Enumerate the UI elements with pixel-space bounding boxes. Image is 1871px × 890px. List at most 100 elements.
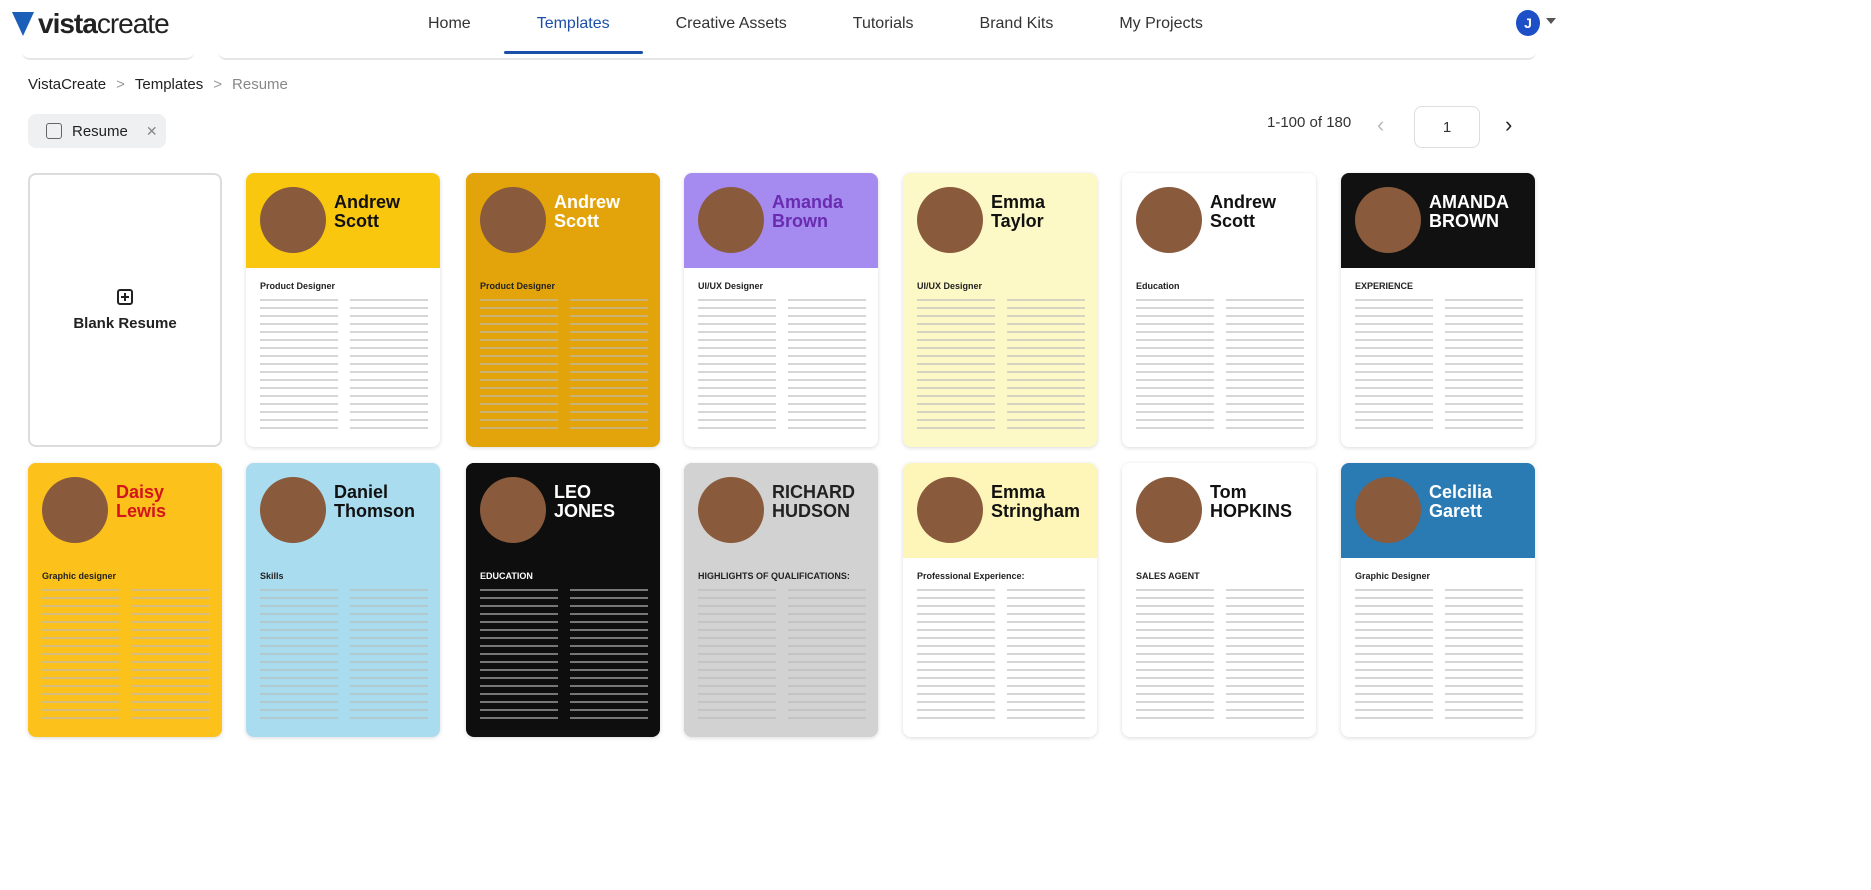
template-text-lines [788, 589, 866, 719]
template-text-lines [570, 299, 648, 429]
vistacreate-logo[interactable]: vistacreate [12, 8, 170, 40]
template-text-lines [1445, 589, 1523, 719]
portrait-photo [260, 477, 326, 543]
template-name: Celcilia Garett [1429, 482, 1493, 521]
search-scope-bar[interactable] [22, 40, 194, 60]
plus-square-icon [117, 288, 133, 305]
template-subtitle: UI/UX Designer [917, 281, 983, 291]
blank-resume-card[interactable]: Blank Resume [28, 173, 222, 447]
portrait-photo [1355, 477, 1421, 543]
template-subtitle: Professional Experience: [917, 571, 1025, 581]
template-text-lines [1226, 589, 1304, 719]
template-name: Andrew Scott [334, 192, 401, 231]
portrait-photo [917, 187, 983, 253]
template-text-lines [1355, 299, 1433, 429]
template-subtitle: Graphic designer [42, 571, 117, 581]
logo-mark-icon [12, 12, 34, 36]
template-subtitle: Skills [260, 571, 284, 581]
template-card[interactable]: Andrew Scott Product Designer [246, 173, 440, 447]
template-text-lines [260, 299, 338, 429]
prev-page-button[interactable]: ‹ [1377, 112, 1384, 138]
template-name: Andrew Scott [1210, 192, 1277, 231]
page-input[interactable]: 1 [1414, 106, 1480, 148]
breadcrumb-vistacreate[interactable]: VistaCreate [28, 76, 106, 93]
breadcrumb-templates[interactable]: Templates [135, 76, 203, 93]
template-text-lines [1445, 299, 1523, 429]
template-text-lines [350, 589, 428, 719]
breadcrumb-resume: Resume [232, 76, 288, 93]
portrait-photo [1136, 477, 1202, 543]
template-name: Andrew Scott [554, 192, 621, 231]
template-card[interactable]: Amanda Brown UI/UX Designer [684, 173, 878, 447]
search-bar[interactable] [218, 40, 1536, 60]
breadcrumb: VistaCreate > Templates > Resume [28, 76, 288, 93]
template-subtitle: Product Designer [480, 281, 556, 291]
logo-text-light: create [96, 8, 170, 39]
template-text-lines [698, 299, 776, 429]
filter-chip-label: Resume [72, 122, 128, 140]
template-text-lines [788, 299, 866, 429]
template-text-lines [917, 299, 995, 429]
template-text-lines [570, 589, 648, 719]
template-text-lines [260, 589, 338, 719]
template-text-lines [1226, 299, 1304, 429]
template-name: Daisy Lewis [116, 482, 167, 521]
template-subtitle: Graphic Designer [1355, 571, 1431, 581]
template-card[interactable]: Emma Taylor UI/UX Designer [903, 173, 1097, 447]
template-card[interactable]: Celcilia Garett Graphic Designer [1341, 463, 1535, 737]
template-text-lines [350, 299, 428, 429]
portrait-photo [260, 187, 326, 253]
portrait-photo [1355, 187, 1421, 253]
portrait-photo [42, 477, 108, 543]
template-subtitle: Product Designer [260, 281, 336, 291]
template-name: Daniel Thomson [334, 482, 415, 521]
close-icon[interactable]: ✕ [146, 123, 158, 140]
template-text-lines [480, 299, 558, 429]
user-avatar[interactable]: J [1516, 10, 1540, 36]
template-card[interactable]: AMANDA BROWN EXPERIENCE [1341, 173, 1535, 447]
template-text-lines [1136, 299, 1214, 429]
template-name: LEO JONES [554, 482, 616, 521]
template-card[interactable]: Andrew Scott Education [1122, 173, 1316, 447]
template-card[interactable]: Emma Stringham Professional Experience: [903, 463, 1097, 737]
template-text-lines [42, 589, 120, 719]
template-subtitle: HIGHLIGHTS OF QUALIFICATIONS: [698, 571, 850, 581]
template-name: Amanda Brown [772, 192, 844, 231]
pagination: 1-100 of 180 ‹ 1 › [1267, 106, 1512, 148]
template-card[interactable]: Andrew Scott Product Designer [466, 173, 660, 447]
portrait-photo [480, 187, 546, 253]
template-card[interactable]: Tom HOPKINS SALES AGENT [1122, 463, 1316, 737]
template-name: Tom HOPKINS [1210, 482, 1293, 521]
template-subtitle: Education [1136, 281, 1180, 291]
template-text-lines [1355, 589, 1433, 719]
portrait-photo [917, 477, 983, 543]
template-card[interactable]: RICHARD HUDSON HIGHLIGHTS OF QUALIFICATIO… [684, 463, 878, 737]
template-text-lines [132, 589, 210, 719]
template-card[interactable]: Daisy Lewis Graphic designer [28, 463, 222, 737]
filter-chip-resume[interactable]: Resume ✕ [28, 114, 166, 148]
template-subtitle: EDUCATION [480, 571, 533, 581]
template-name: Emma Stringham [991, 482, 1081, 521]
result-range: 1-100 of 180 [1267, 114, 1352, 131]
template-text-lines [917, 589, 995, 719]
next-page-button[interactable]: › [1505, 112, 1512, 138]
chevron-right-icon: > [213, 76, 223, 93]
template-text-lines [480, 589, 558, 719]
template-name: AMANDA BROWN [1429, 192, 1509, 231]
portrait-photo [480, 477, 546, 543]
template-text-lines [1136, 589, 1214, 719]
account-menu-caret-icon[interactable] [1546, 18, 1556, 24]
portrait-photo [698, 477, 764, 543]
template-card[interactable]: LEO JONES EDUCATION [466, 463, 660, 737]
template-name: Emma Taylor [991, 192, 1046, 231]
template-name: RICHARD HUDSON [772, 482, 855, 521]
chevron-right-icon: > [116, 76, 125, 93]
logo-text-bold: vista [38, 8, 98, 39]
portrait-photo [698, 187, 764, 253]
blank-resume-label: Blank Resume [73, 314, 177, 332]
template-text-lines [1007, 589, 1085, 719]
portrait-photo [1136, 187, 1202, 253]
template-text-lines [1007, 299, 1085, 429]
template-card[interactable]: Daniel Thomson Skills [246, 463, 440, 737]
template-icon [46, 123, 62, 139]
